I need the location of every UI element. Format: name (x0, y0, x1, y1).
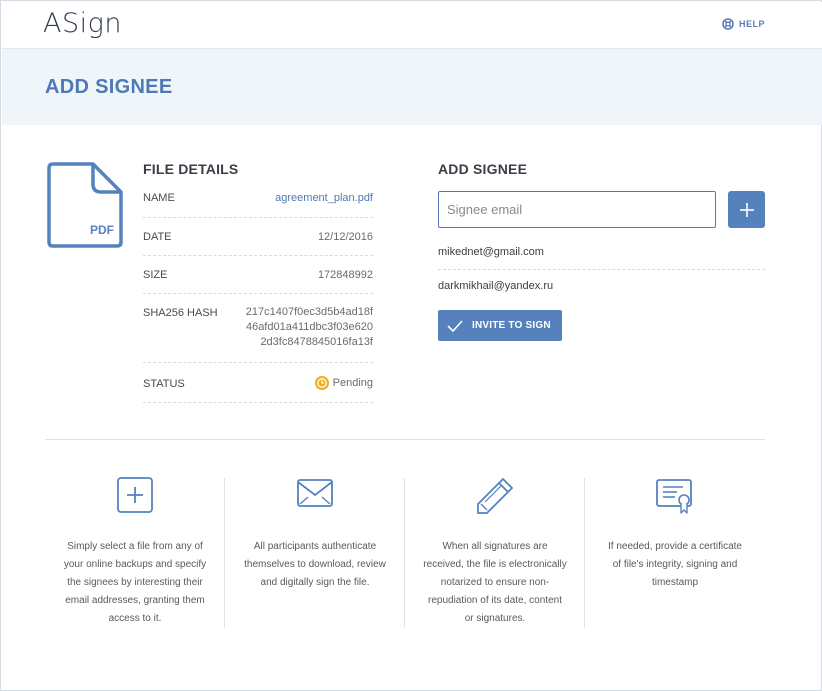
signee-email-item[interactable]: darkmikhail@yandex.ru (438, 280, 765, 292)
detail-row-size: SIZE 172848992 (143, 256, 373, 294)
signee-email-input[interactable] (438, 191, 716, 228)
feature-text: If needed, provide a certificate of file… (608, 541, 742, 588)
hash-value: 217c1407f0ec3d5b4ad18f 46afd01a411dbc3f0… (246, 305, 373, 350)
invite-label: INVITE TO SIGN (472, 320, 551, 331)
top-bar: ASign HELP (2, 2, 822, 49)
hash-line: 217c1407f0ec3d5b4ad18f (245, 306, 373, 318)
status-text: Pending (332, 377, 373, 389)
file-details-heading: FILE DETAILS (143, 161, 239, 177)
section-divider (45, 439, 765, 440)
hash-line: 46afd01a411dbc3f03e620 (245, 321, 373, 333)
title-band: ADD SIGNEE (2, 49, 822, 125)
clock-icon (314, 376, 329, 390)
signee-email-item[interactable]: mikednet@gmail.com (438, 246, 765, 258)
detail-row-date: DATE 12/12/2016 (143, 218, 373, 256)
feature-select-file: Simply select a file from any of your on… (45, 471, 225, 631)
detail-row-hash: SHA256 HASH 217c1407f0ec3d5b4ad18f 46afd… (143, 294, 373, 363)
plus-square-icon (117, 477, 153, 513)
help-link[interactable]: HELP (722, 18, 765, 30)
status-badge: Pending (314, 376, 373, 390)
add-signee-heading: ADD SIGNEE (438, 161, 528, 177)
envelope-icon (297, 479, 333, 507)
detail-key: DATE (143, 231, 172, 243)
detail-row-status: STATUS Pending (143, 363, 373, 403)
invite-to-sign-button[interactable]: INVITE TO SIGN (438, 310, 562, 341)
detail-key: SIZE (143, 269, 168, 281)
certificate-icon (656, 479, 692, 514)
logo[interactable]: ASign (43, 8, 122, 39)
detail-value: 12/12/2016 (317, 231, 373, 243)
checkmark-icon (447, 319, 463, 332)
app-window: ASign HELP ADD SIGNEE PDF FILE DETAILS N… (0, 0, 822, 691)
page-title: ADD SIGNEE (45, 76, 173, 98)
lifebuoy-icon (722, 18, 734, 30)
detail-key: NAME (143, 192, 175, 204)
detail-row-name: NAME agreement_plan.pdf (143, 181, 373, 218)
file-name-link[interactable]: agreement_plan.pdf (275, 192, 373, 204)
feature-authenticate: All participants authenticate themselves… (225, 471, 405, 631)
detail-key: STATUS (143, 378, 185, 390)
hash-line: 2d3fc8478845016fa13f (260, 336, 373, 348)
feature-text: Simply select a file from any of your on… (63, 541, 207, 624)
feature-notarize: When all signatures are received, the fi… (405, 471, 585, 631)
feature-text: All participants authenticate themselves… (244, 541, 386, 588)
divider (438, 269, 765, 270)
file-details-list: NAME agreement_plan.pdf DATE 12/12/2016 … (143, 181, 373, 403)
feature-certificate: If needed, provide a certificate of file… (585, 471, 765, 631)
pdf-file-icon: PDF (45, 162, 123, 253)
plus-icon (739, 202, 754, 217)
detail-value: 172848992 (317, 269, 373, 281)
pdf-label: PDF (90, 223, 114, 237)
add-signee-button[interactable] (728, 191, 765, 228)
detail-key: SHA256 HASH (143, 307, 218, 319)
pencil-icon (477, 478, 513, 514)
feature-text: When all signatures are received, the fi… (423, 541, 567, 624)
help-label: HELP (738, 19, 765, 29)
